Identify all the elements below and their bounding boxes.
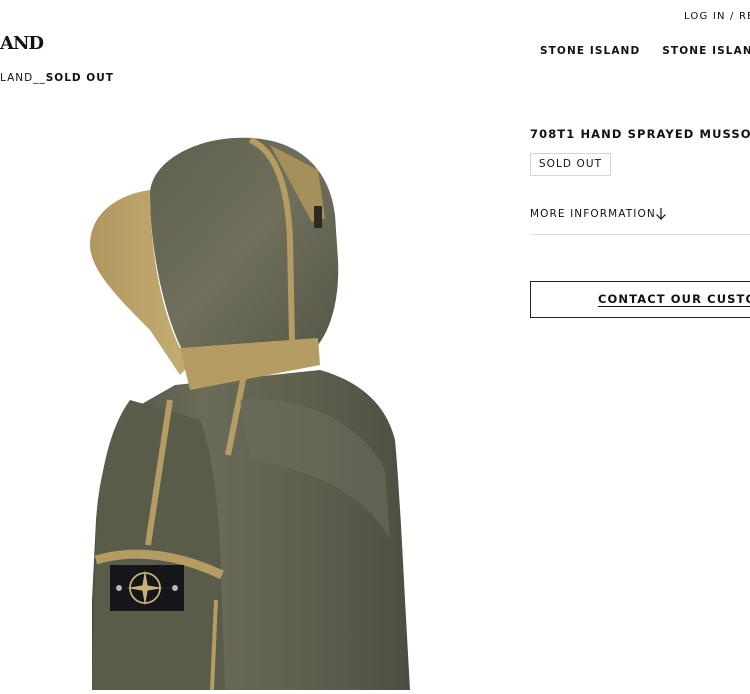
product-image[interactable]: [0, 100, 470, 691]
contact-customer-service-button[interactable]: CONTACT OUR CUSTOM: [530, 281, 750, 318]
nav-item-stone-island[interactable]: STONE ISLAND: [540, 45, 640, 57]
nav-item-stone-island-junior[interactable]: STONE ISLAND J: [662, 45, 750, 57]
main-nav: STONE ISLAND STONE ISLAND J: [540, 45, 750, 57]
breadcrumb: LAND__SOLD OUT: [0, 72, 114, 84]
breadcrumb-separator: __: [33, 72, 46, 84]
breadcrumb-current: SOLD OUT: [45, 72, 114, 84]
product-title: 708T1 HAND SPRAYED MUSSOLA: [530, 127, 750, 141]
status-badge: SOLD OUT: [530, 153, 611, 176]
brand-logo[interactable]: AND: [0, 33, 44, 54]
contact-button-label: CONTACT OUR CUSTOM: [598, 292, 750, 306]
jacket-illustration: [90, 137, 410, 691]
breadcrumb-parent[interactable]: LAND: [0, 72, 33, 84]
compass-badge-icon: [110, 565, 184, 611]
login-register-link[interactable]: LOG IN / RE: [684, 11, 750, 22]
more-information-toggle[interactable]: MORE INFORMATION: [530, 205, 750, 235]
more-information-label: MORE INFORMATION: [530, 208, 656, 220]
arrow-down-icon: [656, 208, 666, 220]
